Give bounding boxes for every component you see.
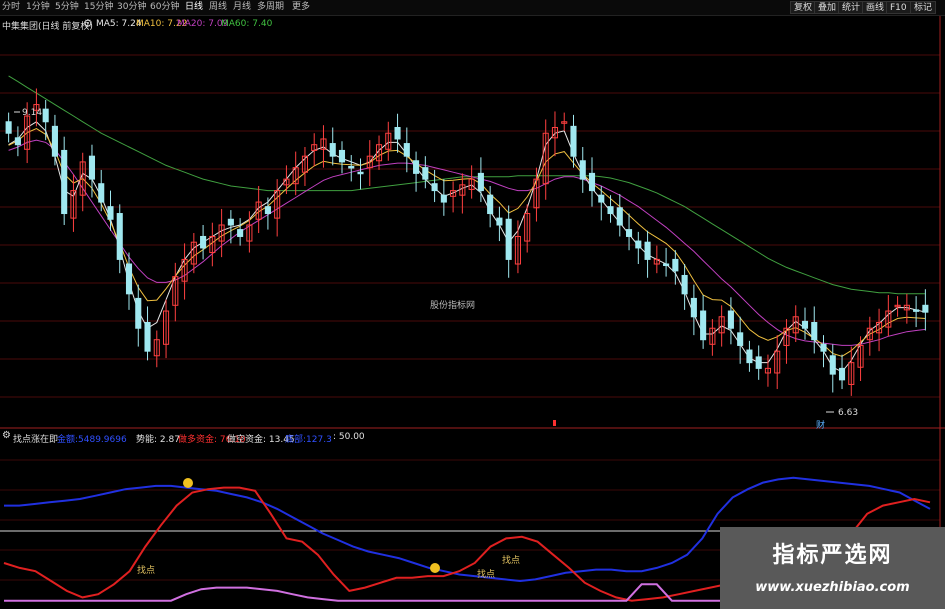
watermark-title: 指标严选网 <box>772 543 893 568</box>
candle-body <box>737 332 744 346</box>
candle-body <box>200 235 207 249</box>
candle-body <box>116 213 123 260</box>
indicator-amount: 金额:5489.9696 <box>57 435 127 445</box>
candle-body <box>588 172 596 192</box>
candle-body <box>922 304 929 313</box>
timeframe-tab-15min[interactable]: 15分钟 <box>84 1 113 14</box>
signal-label: 找点 <box>137 566 156 576</box>
candle-body <box>487 194 494 215</box>
candle-body <box>570 125 577 157</box>
mark-button[interactable]: 标记 <box>910 1 937 14</box>
site-watermark: 指标严选网 www.xuezhibiao.com <box>720 527 945 609</box>
overlay-button[interactable]: 叠加 <box>814 1 841 14</box>
timeframe-tab-daily[interactable]: 日线 <box>185 1 203 14</box>
candle-body <box>237 229 244 237</box>
ma5-legend: MA5: 7.24 <box>96 19 142 29</box>
timeframe-tab-1min[interactable]: 1分钟 <box>26 1 50 14</box>
candle-body <box>598 194 605 203</box>
candle-body <box>820 343 827 352</box>
settings-gear-icon[interactable]: ⚙ <box>83 17 93 30</box>
candle-body <box>505 218 512 260</box>
candle-body <box>135 297 142 329</box>
indicator-potential: 势能: 2.87 <box>136 435 180 445</box>
candle-body <box>829 355 836 375</box>
earnings-marker[interactable]: 财 <box>816 418 825 431</box>
candle-body <box>88 155 96 180</box>
signal-label: 找点 <box>502 556 521 566</box>
candle-body <box>264 206 271 215</box>
timeframe-tab-5min[interactable]: 5分钟 <box>55 1 79 14</box>
candle-body <box>727 310 734 329</box>
candle-body <box>403 143 410 157</box>
candle-body <box>348 166 355 169</box>
axis-tick <box>553 420 556 426</box>
smiley-icon <box>430 563 440 573</box>
smiley-icon <box>183 478 193 488</box>
candle-body <box>394 127 401 140</box>
candle-body <box>338 149 346 163</box>
candle-body <box>672 258 679 272</box>
candle-body <box>125 263 133 295</box>
candle-body <box>14 137 21 146</box>
watermark-url: www.xuezhibiao.com <box>755 580 910 595</box>
draw-line-button[interactable]: 画线 <box>862 1 889 14</box>
candle-body <box>422 167 429 180</box>
candle-body <box>700 310 707 341</box>
candle-body <box>644 241 651 260</box>
candle-body <box>681 274 688 295</box>
candle-body <box>626 229 633 237</box>
candle-body <box>811 322 818 341</box>
ma60-line <box>8 75 926 295</box>
stock-title: 中集集团(日线 前复权) <box>2 22 93 32</box>
candle-body <box>913 309 920 312</box>
candle-body <box>496 217 503 226</box>
timeframe-tab-more[interactable]: 更多 <box>292 1 310 14</box>
candle-body <box>61 149 68 215</box>
candle-body <box>413 160 420 174</box>
indicator-title: 找点涨在即 <box>13 435 59 445</box>
candle-body <box>357 171 364 175</box>
candle-body <box>635 240 642 249</box>
adjust-button[interactable]: 复权 <box>790 1 817 14</box>
timeframe-tab-60min[interactable]: 60分钟 <box>150 1 179 14</box>
candle-body <box>607 206 614 215</box>
signal-label: 找点 <box>477 570 496 580</box>
candle-body <box>746 349 753 364</box>
timeframe-tab-multi[interactable]: 多周期 <box>257 1 284 14</box>
candle-body <box>579 160 586 180</box>
candle-body <box>42 108 49 123</box>
candle-body <box>477 172 484 192</box>
candle-body <box>5 121 12 134</box>
candle-body <box>690 297 697 318</box>
candle-body <box>51 125 58 157</box>
candle-body <box>98 183 105 203</box>
candle-body <box>431 183 438 192</box>
candle-body <box>227 218 234 226</box>
candle-body <box>838 367 846 381</box>
indicator-gear-icon[interactable]: ⚙ <box>2 430 11 441</box>
ma20-line <box>8 139 926 346</box>
candle-body <box>616 207 623 226</box>
timeframe-tab-weekly[interactable]: 周线 <box>209 1 227 14</box>
candle-body <box>107 206 114 220</box>
timeframe-tab-monthly[interactable]: 月线 <box>233 1 251 14</box>
ma60-legend: MA60: 7.40 <box>221 19 273 29</box>
candle-body <box>144 322 151 352</box>
toolbar: 分时 1分钟 5分钟 15分钟 30分钟 60分钟 日线 周线 月线 多周期 更… <box>0 0 945 16</box>
indicator-level: : 50.00 <box>333 432 365 442</box>
indicator-bottom: 底部:127.3 <box>285 435 332 445</box>
candle-body <box>663 263 670 266</box>
center-watermark-text: 股份指标网 <box>430 301 476 311</box>
candle-body <box>755 356 762 369</box>
candle-body <box>801 320 809 329</box>
f10-button[interactable]: F10 <box>886 1 911 14</box>
candle-body <box>440 194 447 203</box>
high-price-label: 9.14 <box>22 108 43 118</box>
low-price-label: 6.63 <box>838 408 859 418</box>
candle-body <box>329 143 336 157</box>
timeframe-tab-intraday[interactable]: 分时 <box>2 1 20 14</box>
statistics-button[interactable]: 统计 <box>838 1 865 14</box>
timeframe-tab-30min[interactable]: 30分钟 <box>117 1 146 14</box>
